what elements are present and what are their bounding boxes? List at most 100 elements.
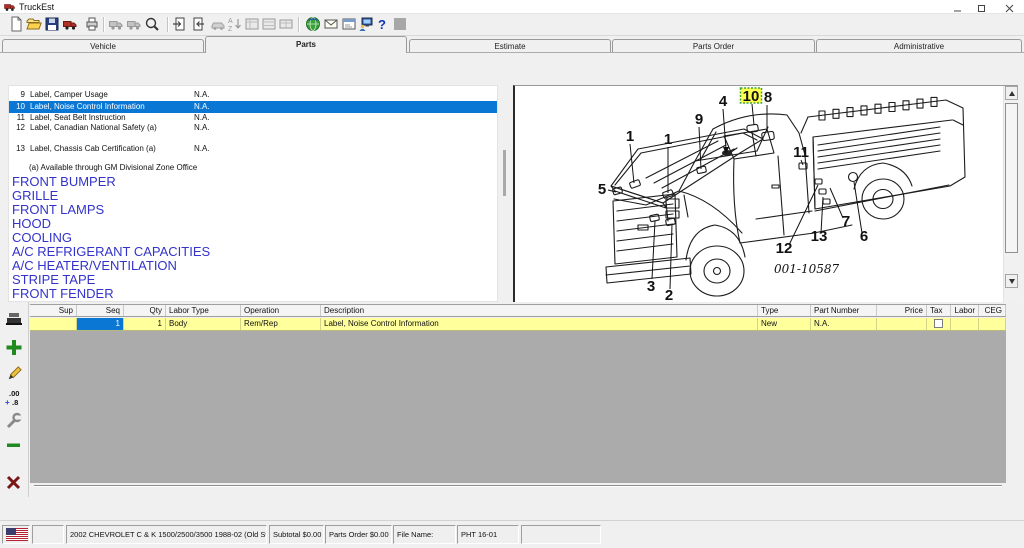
link-grille[interactable]: GRILLE: [12, 189, 58, 203]
tab-administrative[interactable]: Administrative: [816, 39, 1022, 53]
list-item[interactable]: 9Label, Camper UsageN.A.: [9, 89, 497, 101]
grid-empty-area: [30, 331, 1006, 483]
remove-line-button[interactable]: [4, 435, 24, 455]
diagram-scrollbar[interactable]: [1003, 86, 1018, 302]
tab-parts[interactable]: Parts: [205, 36, 407, 53]
import-button[interactable]: [172, 16, 189, 33]
save-button[interactable]: [44, 16, 61, 33]
link-ac-refrigerant[interactable]: A/C REFRIGERANT CAPACITIES: [12, 245, 210, 259]
window-title: TruckEst: [19, 1, 54, 13]
link-hood[interactable]: HOOD: [12, 217, 51, 231]
prev-vehicle-button[interactable]: [108, 16, 125, 33]
zoom-button[interactable]: [144, 16, 161, 33]
help-icon: ?: [376, 16, 388, 33]
sort-az-icon: AZ: [227, 16, 243, 32]
cell-operation[interactable]: Rem/Rep: [241, 318, 321, 330]
cell-part-number[interactable]: N.A.: [811, 318, 877, 330]
tax-checkbox[interactable]: [934, 319, 943, 328]
callout-12[interactable]: 12: [776, 240, 793, 257]
cell-tax[interactable]: [927, 318, 951, 330]
add-line-button[interactable]: [4, 338, 24, 358]
callout-2[interactable]: 2: [665, 287, 673, 301]
col-tax: Tax: [927, 305, 951, 316]
next-vehicle-button[interactable]: [126, 16, 143, 33]
estimate-grid-section: .00+.8 Sup Seq Qty Labor Type Operation …: [0, 302, 1024, 497]
minimize-button[interactable]: [946, 0, 968, 14]
cell-type[interactable]: New: [758, 318, 811, 330]
callout-3[interactable]: 3: [647, 278, 655, 295]
close-button[interactable]: [998, 0, 1020, 14]
delete-line-button[interactable]: [4, 473, 24, 493]
scroll-up-button[interactable]: [1005, 86, 1018, 100]
grid-3-button[interactable]: [278, 16, 295, 33]
callout-11[interactable]: 11: [793, 144, 809, 161]
list-item[interactable]: 12Label, Canadian National Safety (a)N.A…: [9, 122, 497, 134]
scrollbar-thumb[interactable]: [1005, 103, 1018, 253]
help-button[interactable]: ?: [376, 16, 388, 33]
link-ac-heater[interactable]: A/C HEATER/VENTILATION: [12, 259, 177, 273]
tab-label: Parts: [296, 40, 316, 49]
web-button[interactable]: [305, 16, 322, 33]
callout-4[interactable]: 4: [719, 93, 728, 110]
link-stripe-tape[interactable]: STRIPE TAPE: [12, 273, 95, 287]
col-price: Price: [877, 305, 927, 316]
callout-8[interactable]: 8: [764, 89, 772, 106]
cell-labor[interactable]: [951, 318, 979, 330]
minimize-icon: [953, 4, 962, 13]
link-front-bumper[interactable]: FRONT BUMPER: [12, 175, 116, 189]
callout-6[interactable]: 6: [860, 228, 868, 245]
tab-bar: Vehicle Parts Estimate Parts Order Admin…: [0, 36, 1024, 53]
sort-button[interactable]: AZ: [227, 16, 244, 33]
callout-9[interactable]: 9: [695, 111, 703, 128]
import-page-icon: [172, 16, 188, 32]
callout-13[interactable]: 13: [811, 228, 828, 245]
grid-1-button[interactable]: [244, 16, 261, 33]
item-number: 12: [9, 122, 25, 134]
vehicle-gray-button[interactable]: [210, 16, 227, 33]
callout-7[interactable]: 7: [842, 213, 850, 230]
cell-price[interactable]: [877, 318, 927, 330]
new-file-button[interactable]: [8, 16, 25, 33]
maximize-button[interactable]: [970, 0, 992, 14]
edit-line-button[interactable]: [4, 364, 24, 384]
tab-vehicle[interactable]: Vehicle: [2, 39, 204, 53]
callout-1a[interactable]: 1: [626, 128, 634, 145]
list-item[interactable]: 13Label, Chassis Cab Certification (a)N.…: [9, 143, 497, 155]
tab-estimate[interactable]: Estimate: [409, 39, 611, 53]
truck-estimate-button[interactable]: [62, 16, 79, 33]
link-front-lamps[interactable]: FRONT LAMPS: [12, 203, 104, 217]
print-grid-button[interactable]: [4, 310, 24, 330]
cell-qty[interactable]: 1: [124, 318, 166, 330]
cell-seq-selected[interactable]: 1: [77, 318, 124, 330]
grid-row[interactable]: 1 1 Body Rem/Rep Label, Noise Control In…: [30, 318, 1006, 331]
export-button[interactable]: [190, 16, 207, 33]
online-user-button[interactable]: [358, 16, 375, 33]
globe-icon: [305, 16, 321, 32]
scroll-down-button[interactable]: [1005, 274, 1018, 288]
adjust-wrench-button[interactable]: [4, 411, 24, 431]
open-folder-icon: [26, 16, 42, 32]
spacer-button[interactable]: [392, 16, 409, 33]
callout-10-highlighted[interactable]: 10: [743, 88, 760, 105]
callout-1b[interactable]: 1: [664, 131, 672, 148]
link-front-fender[interactable]: FRONT FENDER: [12, 287, 114, 301]
grid-2-button[interactable]: [261, 16, 278, 33]
left-scrollbar-thumb[interactable]: [503, 150, 506, 196]
tab-parts-order[interactable]: Parts Order: [612, 39, 815, 53]
cell-ceg[interactable]: [979, 318, 1006, 330]
pencil-icon: [4, 364, 24, 384]
svg-text:+: +: [5, 398, 10, 407]
print-button[interactable]: [84, 16, 101, 33]
callout-5[interactable]: 5: [598, 181, 606, 198]
open-file-button[interactable]: [26, 16, 43, 33]
link-cooling[interactable]: COOLING: [12, 231, 72, 245]
email-button[interactable]: [323, 16, 340, 33]
cell-sup[interactable]: [30, 318, 77, 330]
address-book-button[interactable]: [341, 16, 358, 33]
cell-description[interactable]: Label, Noise Control Information: [321, 318, 758, 330]
cell-labor-type[interactable]: Body: [166, 318, 241, 330]
grid-icon: [244, 16, 260, 32]
status-bar: 2002 CHEVROLET C & K 1500/2500/3500 1988…: [0, 520, 1024, 548]
price-decimal-button[interactable]: .00+.8: [4, 388, 24, 408]
truck-gray-icon: [108, 16, 124, 32]
